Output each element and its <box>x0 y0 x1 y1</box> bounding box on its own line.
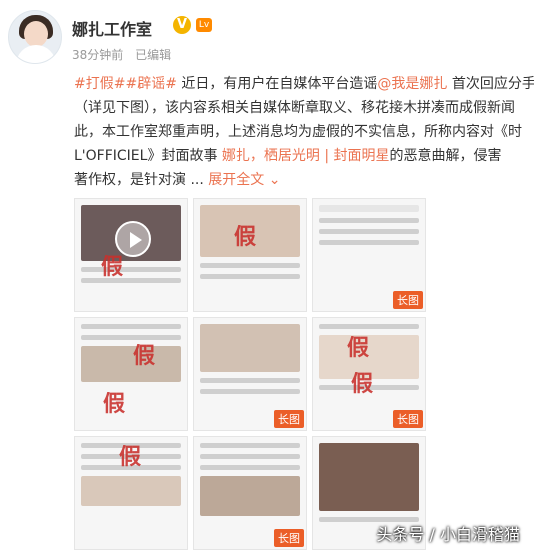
post-text: L'OFFICIEL》封面故事 <box>74 148 222 164</box>
image-thumb[interactable]: 长图 <box>312 198 426 312</box>
post-text: 著作权，是针对演 ... <box>74 172 204 188</box>
author-name[interactable]: 娜扎工作室 <box>72 16 152 40</box>
photo-image <box>200 476 300 516</box>
text-line <box>200 274 300 279</box>
text-line <box>319 218 419 223</box>
level-badge: Lv <box>196 18 212 32</box>
text-line <box>81 278 181 283</box>
expand-button[interactable]: 展开全文 <box>208 172 264 188</box>
fake-stamp: 假 <box>234 225 257 250</box>
fake-stamp: 假 <box>133 344 156 369</box>
image-thumb[interactable]: 假 假 <box>74 317 188 431</box>
text-line <box>200 454 300 459</box>
image-thumb[interactable]: 假 <box>193 198 307 312</box>
text-line <box>81 267 181 272</box>
fake-stamp: 假 <box>351 372 374 397</box>
weibo-post: 娜扎工作室 V Lv 38分钟前 已编辑 #打假##辟谣# 近日，有用户在自媒体… <box>0 0 534 557</box>
text-line <box>81 335 181 340</box>
post-text: 近日，有用户在自媒体平台造谣 <box>176 76 378 92</box>
post-line: 著作权，是针对演 ... 展开全文 ⌄ <box>74 168 534 192</box>
fake-stamp: 假 <box>119 445 142 470</box>
avatar[interactable] <box>8 10 62 64</box>
image-thumb[interactable]: 假 <box>74 198 188 312</box>
image-thumb[interactable]: 长图 <box>193 436 307 550</box>
text-line <box>81 324 181 329</box>
text-line <box>319 324 419 329</box>
post-body: #打假##辟谣# 近日，有用户在自媒体平台造谣@我是娜扎 首次回应分手 （详见下… <box>74 72 534 192</box>
verified-badge: V <box>173 16 191 34</box>
long-image-tag: 长图 <box>393 410 423 428</box>
text-line <box>319 229 419 234</box>
title-bar <box>319 205 419 212</box>
photo-image <box>319 443 419 511</box>
text-line <box>200 443 300 448</box>
post-meta: 38分钟前 已编辑 <box>72 46 179 63</box>
mention-link[interactable]: @我是娜扎 <box>377 76 447 92</box>
image-thumb[interactable]: 长图 <box>193 317 307 431</box>
post-line: 此，本工作室郑重声明，上述消息均为虚假的不实信息，所称内容对《时 <box>74 124 522 140</box>
photo-image <box>200 324 300 372</box>
watermark: 头条号 / 小白滑稽猫 <box>376 525 520 544</box>
post-time: 38分钟前 <box>72 48 124 62</box>
long-image-tag: 长图 <box>393 291 423 309</box>
chevron-down-icon[interactable]: ⌄ <box>264 172 281 188</box>
post-header: 娜扎工作室 V Lv 38分钟前 已编辑 <box>8 10 528 70</box>
text-line <box>200 465 300 470</box>
image-thumb[interactable]: 假 <box>74 436 188 550</box>
image-grid: 假 假 长图 假 假 长图 假 假 长图 假 长图 <box>74 198 426 550</box>
text-line <box>200 389 300 394</box>
post-line: （详见下图），该内容系相关自媒体断章取义、移花接木拼凑而成假新闻 <box>74 100 515 116</box>
fake-stamp: 假 <box>101 255 124 280</box>
hashtag[interactable]: #打假##辟谣# <box>74 76 177 92</box>
edited-label: 已编辑 <box>135 48 172 62</box>
text-line <box>319 240 419 245</box>
fake-stamp: 假 <box>103 392 126 417</box>
image-thumb[interactable]: 假 假 长图 <box>312 317 426 431</box>
post-text: 首次回应分手 <box>447 76 534 92</box>
post-line: L'OFFICIEL》封面故事 娜扎，栖居光明 | 封面明星的恶意曲解，侵害 <box>74 144 534 168</box>
photo-image <box>81 476 181 506</box>
fake-stamp: 假 <box>347 336 370 361</box>
long-image-tag: 长图 <box>274 529 304 547</box>
avatar-body <box>16 45 56 63</box>
photo-image <box>81 346 181 382</box>
long-image-tag: 长图 <box>274 410 304 428</box>
post-text: 的恶意曲解，侵害 <box>389 148 502 164</box>
post-line: #打假##辟谣# 近日，有用户在自媒体平台造谣@我是娜扎 首次回应分手 <box>74 72 534 96</box>
text-line <box>200 378 300 383</box>
avatar-face <box>24 21 48 47</box>
article-link[interactable]: 娜扎，栖居光明 | 封面明星 <box>222 148 390 164</box>
text-line <box>200 263 300 268</box>
